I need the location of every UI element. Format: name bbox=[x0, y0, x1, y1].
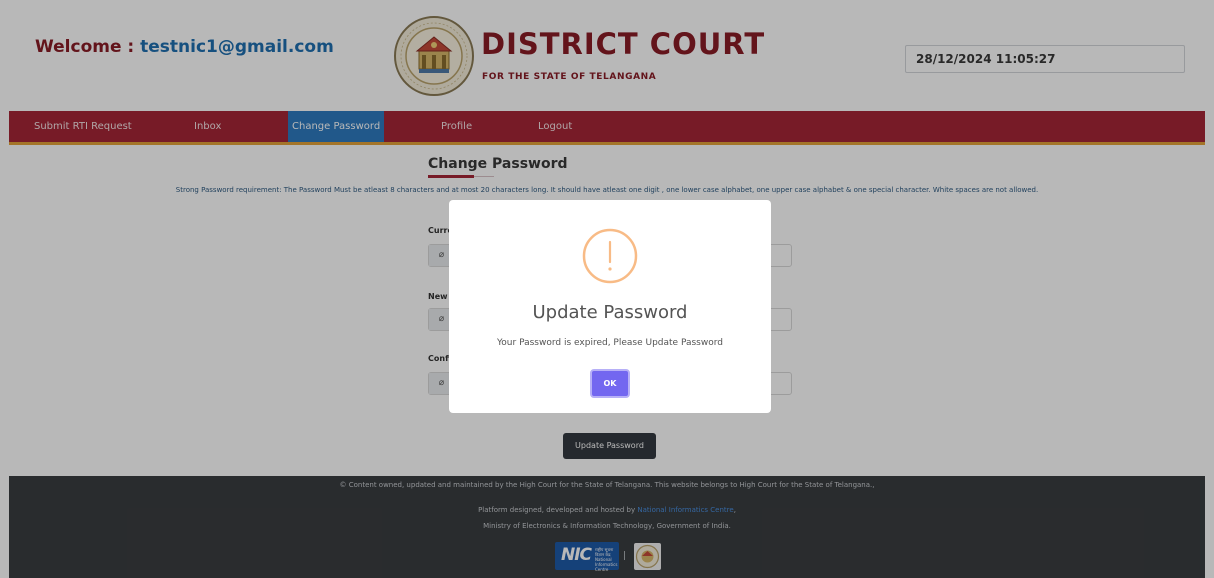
page: Welcome : testnic1@gmail.com DISTRICT CO… bbox=[0, 0, 1214, 578]
modal-message: Your Password is expired, Please Update … bbox=[497, 338, 723, 348]
update-password-modal: Update Password Your Password is expired… bbox=[449, 200, 771, 413]
ok-button[interactable]: OK bbox=[590, 369, 630, 398]
warning-icon bbox=[582, 228, 638, 284]
modal-title: Update Password bbox=[532, 302, 688, 323]
